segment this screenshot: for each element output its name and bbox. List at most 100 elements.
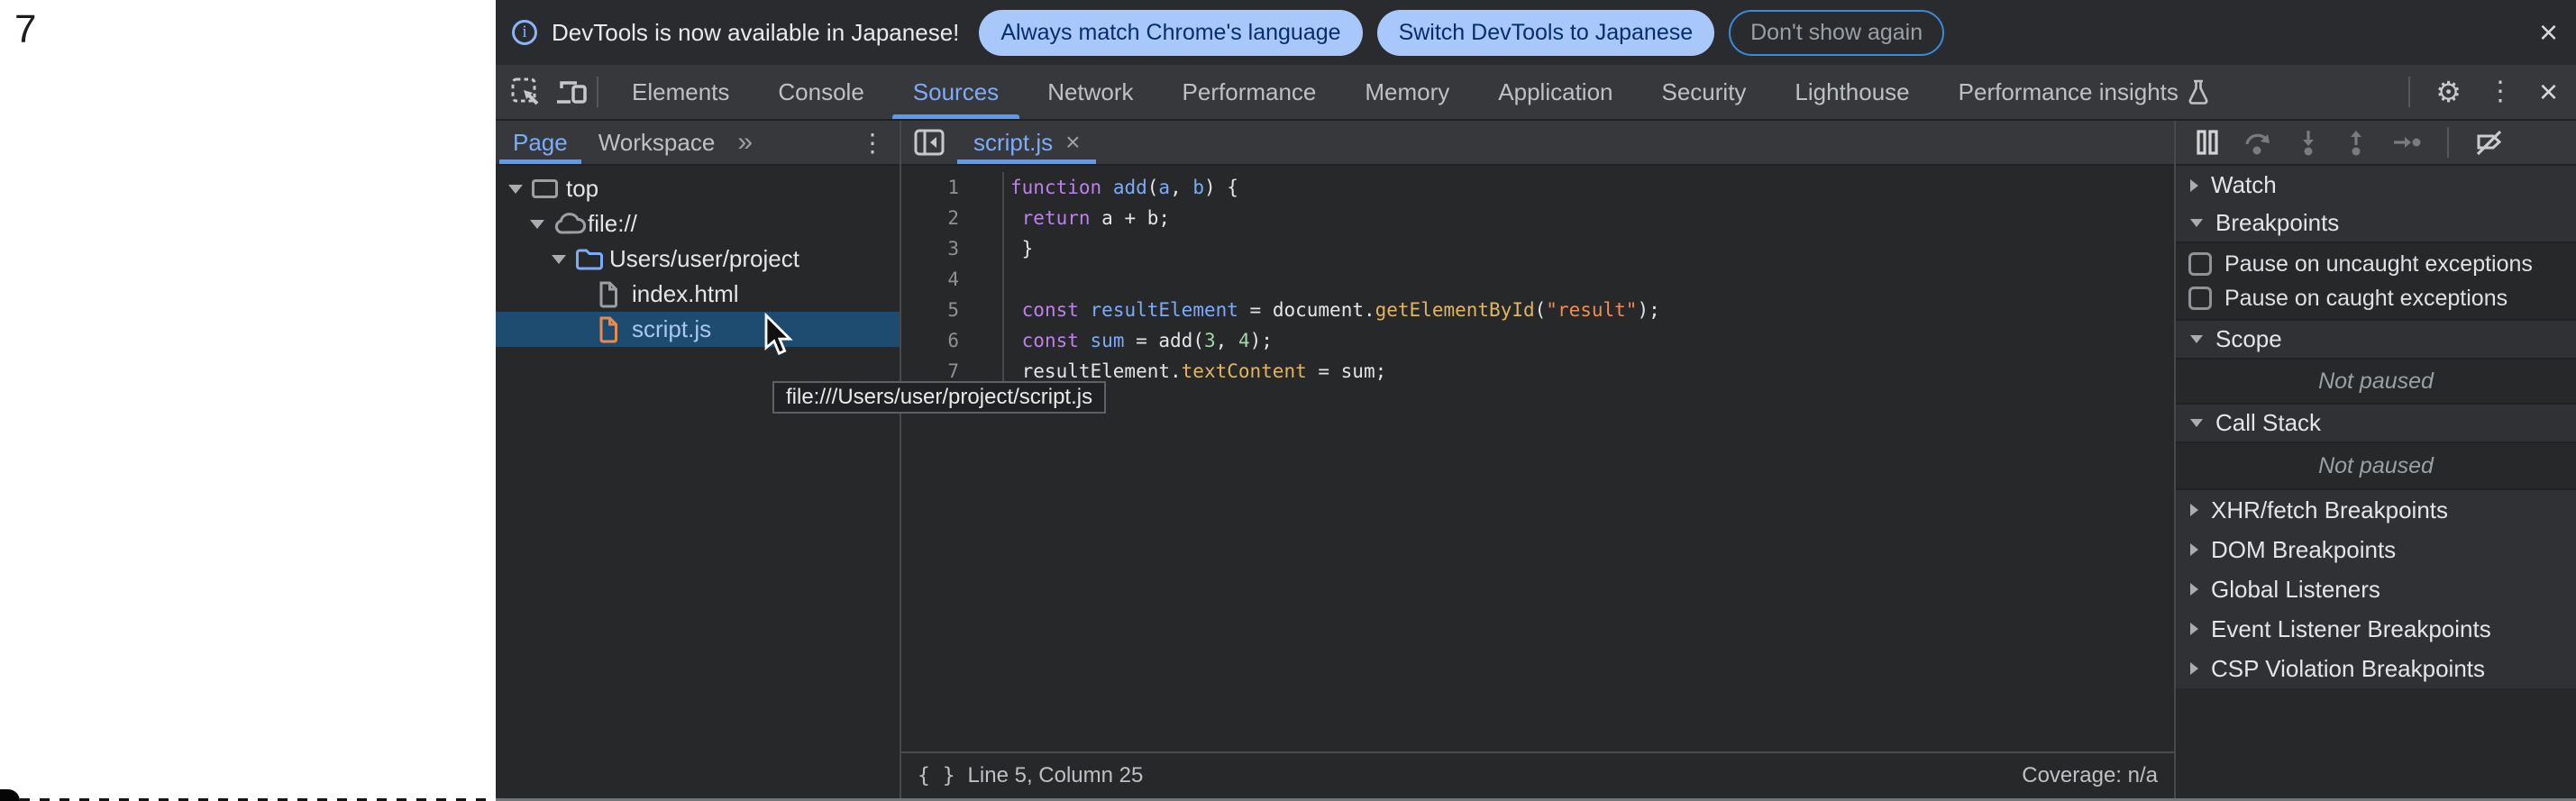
editor-tab-scriptjs[interactable]: script.js × xyxy=(955,121,1098,164)
chevron-down-icon xyxy=(2190,219,2203,227)
language-infobar: i DevTools is now available in Japanese!… xyxy=(496,0,2576,65)
tab-label: Network xyxy=(1047,78,1133,106)
tree-item-top[interactable]: top xyxy=(496,171,900,206)
more-tabs-chevron-icon[interactable]: » xyxy=(730,121,760,164)
tab-performance-insights[interactable]: Performance insights xyxy=(1934,65,2233,119)
step-into-icon xyxy=(2297,129,2320,156)
banner-button-switch-devtools-to-japanese[interactable]: Switch DevTools to Japanese xyxy=(1377,10,1715,56)
pretty-print-icon[interactable]: { } xyxy=(918,764,955,787)
step-icon xyxy=(2392,129,2421,156)
sources-navigator-pane: PageWorkspace » ⋮ top file:// Users/user/p… xyxy=(496,121,901,798)
more-options-kebab-icon[interactable]: ⋮ xyxy=(2487,78,2514,105)
experiment-flask-icon xyxy=(2188,79,2209,105)
tree-item-label: top xyxy=(566,175,598,203)
call-stack-status: Not paused xyxy=(2176,443,2576,490)
code-text: function add(a, b) { xyxy=(1004,172,1238,203)
tab-console[interactable]: Console xyxy=(754,65,888,119)
line-number[interactable]: 4 xyxy=(901,264,1004,295)
pause-script-icon[interactable] xyxy=(2196,129,2219,156)
infobar-message: DevTools is now available in Japanese! xyxy=(552,19,959,47)
tab-label: Performance xyxy=(1183,78,1317,106)
banner-button-don-t-show-again[interactable]: Don't show again xyxy=(1729,10,1944,56)
section-breakpoints[interactable]: Breakpoints xyxy=(2176,205,2576,243)
checkbox-unchecked[interactable] xyxy=(2188,252,2212,276)
settings-gear-icon[interactable]: ⚙ xyxy=(2435,77,2462,106)
tab-label: Lighthouse xyxy=(1795,78,1909,106)
chevron-down-icon xyxy=(2190,335,2203,343)
tab-memory[interactable]: Memory xyxy=(1340,65,1474,119)
navigator-tab-workspace[interactable]: Workspace xyxy=(583,121,731,164)
checkbox-row-pause-on-caught-exceptions[interactable]: Pause on caught exceptions xyxy=(2176,281,2576,315)
line-number[interactable]: 5 xyxy=(901,295,1004,325)
tab-close-icon[interactable]: × xyxy=(1065,128,1080,157)
section-event-listener-breakpoints[interactable]: Event Listener Breakpoints xyxy=(2176,609,2576,649)
banner-button-always-match-chrome-s-language[interactable]: Always match Chrome's language xyxy=(979,10,1362,56)
section-label: Breakpoints xyxy=(2215,209,2339,237)
inspect-element-icon[interactable] xyxy=(510,77,541,107)
section-label: Watch xyxy=(2211,171,2277,199)
debugger-toolbar xyxy=(2176,121,2576,166)
editor-statusbar: { } Line 5, Column 25 Coverage: n/a xyxy=(901,751,2174,798)
tree-item-label: file:// xyxy=(588,210,637,238)
section-csp-violation-breakpoints[interactable]: CSP Violation Breakpoints xyxy=(2176,649,2576,688)
tree-item-file-[interactable]: file:// xyxy=(496,206,900,241)
chevron-right-icon xyxy=(2190,583,2198,596)
code-text: const sum = add(3, 4); xyxy=(1004,325,1273,356)
tab-security[interactable]: Security xyxy=(1638,65,1771,119)
checkbox-label: Pause on uncaught exceptions xyxy=(2224,251,2533,278)
line-number[interactable]: 6 xyxy=(901,325,1004,356)
chevron-down-icon[interactable] xyxy=(508,185,532,194)
cloud-icon xyxy=(553,213,588,236)
tree-item-label: script.js xyxy=(632,315,711,343)
device-toolbar-icon[interactable] xyxy=(555,77,588,107)
step-over-icon xyxy=(2243,129,2272,156)
line-number[interactable]: 2 xyxy=(901,203,1004,233)
infobar-close-icon[interactable]: × xyxy=(2539,16,2558,49)
line-number[interactable]: 3 xyxy=(901,233,1004,264)
tab-application[interactable]: Application xyxy=(1474,65,1637,119)
checkbox-unchecked[interactable] xyxy=(2188,287,2212,310)
code-text: } xyxy=(1004,233,1033,264)
section-call-stack[interactable]: Call Stack xyxy=(2176,405,2576,443)
tab-lighthouse[interactable]: Lighthouse xyxy=(1770,65,1933,119)
cursor-position-text: Line 5, Column 25 xyxy=(968,763,1144,788)
navigator-tab-page[interactable]: Page xyxy=(498,121,583,164)
tab-sources[interactable]: Sources xyxy=(889,65,1023,119)
section-xhr-fetch-breakpoints[interactable]: XHR/fetch Breakpoints xyxy=(2176,490,2576,530)
file-path-tooltip: file:///Users/user/project/script.js xyxy=(772,381,1106,414)
code-line: 6 const sum = add(3, 4); xyxy=(901,325,2174,356)
debugger-sections: Watch Breakpoints Pause on uncaught exce… xyxy=(2176,166,2576,798)
tab-elements[interactable]: Elements xyxy=(607,65,754,119)
code-line: 1function add(a, b) { xyxy=(901,172,2174,203)
section-global-listeners[interactable]: Global Listeners xyxy=(2176,569,2576,609)
toolbar-separator xyxy=(2408,77,2410,107)
navigator-menu-kebab-icon[interactable]: ⋮ xyxy=(845,121,900,164)
step-out-icon xyxy=(2344,129,2368,156)
chevron-down-icon[interactable] xyxy=(552,255,575,264)
checkbox-row-pause-on-uncaught-exceptions[interactable]: Pause on uncaught exceptions xyxy=(2176,247,2576,281)
tab-label: Console xyxy=(778,78,863,106)
tree-item-script-js[interactable]: script.js xyxy=(496,312,900,347)
section-label: CSP Violation Breakpoints xyxy=(2211,655,2485,683)
devtools-close-icon[interactable]: × xyxy=(2539,76,2558,108)
checkbox-label: Pause on caught exceptions xyxy=(2224,286,2507,312)
hide-navigator-icon[interactable] xyxy=(901,121,955,164)
scope-status: Not paused xyxy=(2176,360,2576,405)
section-dom-breakpoints[interactable]: DOM Breakpoints xyxy=(2176,530,2576,569)
tree-item-index-html[interactable]: index.html xyxy=(496,277,900,312)
section-watch[interactable]: Watch xyxy=(2176,166,2576,205)
deactivate-breakpoints-icon[interactable] xyxy=(2475,129,2504,156)
line-number[interactable]: 1 xyxy=(901,172,1004,203)
tab-label: Application xyxy=(1498,78,1612,106)
tab-performance[interactable]: Performance xyxy=(1158,65,1341,119)
section-label: XHR/fetch Breakpoints xyxy=(2211,496,2448,524)
chevron-down-icon[interactable] xyxy=(530,220,553,229)
editor-pane: script.js × 1function add(a, b) {2 retur… xyxy=(901,121,2176,798)
tab-label: Performance insights xyxy=(1959,78,2179,106)
tree-item-users-user-project[interactable]: Users/user/project xyxy=(496,241,900,277)
frame-icon xyxy=(532,179,566,198)
section-scope[interactable]: Scope xyxy=(2176,321,2576,360)
screen-corner-shape xyxy=(0,789,20,801)
tab-network[interactable]: Network xyxy=(1023,65,1157,119)
code-editor[interactable]: 1function add(a, b) {2 return a + b;3 }4… xyxy=(901,166,2174,751)
